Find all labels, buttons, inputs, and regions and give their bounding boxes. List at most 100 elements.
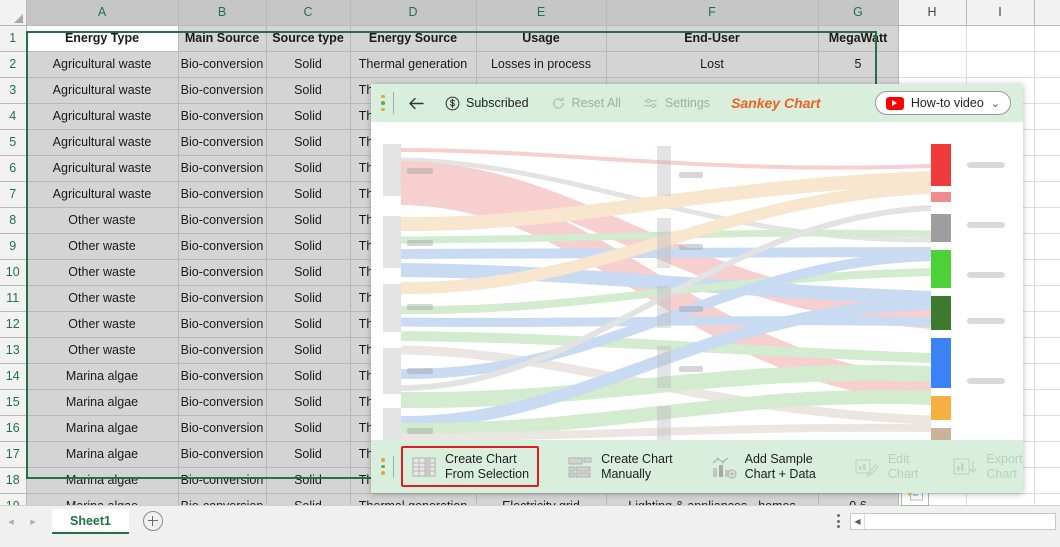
cell-e2[interactable]: Losses in process <box>476 51 607 78</box>
cell-c16[interactable]: Solid <box>266 415 351 442</box>
cell-b5[interactable]: Bio-conversion <box>178 129 267 156</box>
cell-c15[interactable]: Solid <box>266 389 351 416</box>
cell-b18[interactable]: Bio-conversion <box>178 467 267 494</box>
cell-a17[interactable]: Marina algae <box>26 441 179 468</box>
column-header-c[interactable]: C <box>266 0 351 26</box>
cell-a3[interactable]: Agricultural waste <box>26 77 179 104</box>
cell-a6[interactable]: Agricultural waste <box>26 155 179 182</box>
subscribed-button[interactable]: Subscribed <box>438 93 536 114</box>
row-header-12[interactable]: 12 <box>0 311 27 338</box>
add-sample-chart-data-button[interactable]: Add Sample Chart + Data <box>701 446 826 487</box>
cell-i2[interactable] <box>966 51 1035 78</box>
cell-c8[interactable]: Solid <box>266 207 351 234</box>
select-all-corner[interactable] <box>0 0 27 26</box>
cell-a19[interactable]: Marina algae <box>26 493 179 505</box>
cell-b17[interactable]: Bio-conversion <box>178 441 267 468</box>
edit-chart-button[interactable]: Edit Chart <box>844 446 929 487</box>
column-header-a[interactable]: A <box>26 0 179 26</box>
cell-c19[interactable]: Solid <box>266 493 351 505</box>
column-header-d[interactable]: D <box>350 0 477 26</box>
row-header-16[interactable]: 16 <box>0 415 27 442</box>
cell-j17[interactable] <box>1034 441 1060 468</box>
cell-a5[interactable]: Agricultural waste <box>26 129 179 156</box>
header-cell-c1[interactable]: Source type <box>266 25 351 52</box>
cell-j3[interactable] <box>1034 77 1060 104</box>
cell-b13[interactable]: Bio-conversion <box>178 337 267 364</box>
cell-j7[interactable] <box>1034 181 1060 208</box>
horizontal-scrollbar[interactable]: ◀ <box>850 512 1056 530</box>
cell-a18[interactable]: Marina algae <box>26 467 179 494</box>
header-cell-f1[interactable]: End-User <box>606 25 819 52</box>
cell-c14[interactable]: Solid <box>266 363 351 390</box>
cell-b19[interactable]: Bio-conversion <box>178 493 267 505</box>
cell-c10[interactable]: Solid <box>266 259 351 286</box>
column-header-i[interactable]: I <box>966 0 1035 26</box>
cell-j19[interactable] <box>1034 493 1060 505</box>
cell-a16[interactable]: Marina algae <box>26 415 179 442</box>
cell-j13[interactable] <box>1034 337 1060 364</box>
export-chart-button[interactable]: Export Chart <box>942 446 1032 487</box>
cell-f2[interactable]: Lost <box>606 51 819 78</box>
cell-a9[interactable]: Other waste <box>26 233 179 260</box>
column-header-h[interactable]: H <box>898 0 967 26</box>
cell-b2[interactable]: Bio-conversion <box>178 51 267 78</box>
cell-c11[interactable]: Solid <box>266 285 351 312</box>
cell-a4[interactable]: Agricultural waste <box>26 103 179 130</box>
cell-c6[interactable]: Solid <box>266 155 351 182</box>
cell-a7[interactable]: Agricultural waste <box>26 181 179 208</box>
sankey-chart-preview[interactable] <box>371 122 1023 440</box>
cell-b10[interactable]: Bio-conversion <box>178 259 267 286</box>
cell-a13[interactable]: Other waste <box>26 337 179 364</box>
cell-b6[interactable]: Bio-conversion <box>178 155 267 182</box>
table-row[interactable]: 1 Energy Type Main Source Source type Energy… <box>0 25 1060 52</box>
cell-h2[interactable] <box>898 51 967 78</box>
cell-j4[interactable] <box>1034 103 1060 130</box>
create-chart-manually-button[interactable]: Create Chart Manually <box>557 446 683 487</box>
cell-b9[interactable]: Bio-conversion <box>178 233 267 260</box>
header-cell-g1[interactable]: MegaWatt <box>818 25 899 52</box>
cell-j14[interactable] <box>1034 363 1060 390</box>
row-header-6[interactable]: 6 <box>0 155 27 182</box>
next-sheet-arrow[interactable]: ▸ <box>22 515 44 528</box>
cell-b8[interactable]: Bio-conversion <box>178 207 267 234</box>
cell-i19[interactable] <box>966 493 1035 505</box>
cell-j1[interactable] <box>1034 25 1060 52</box>
row-header-10[interactable]: 10 <box>0 259 27 286</box>
cell-j11[interactable] <box>1034 285 1060 312</box>
cell-c9[interactable]: Solid <box>266 233 351 260</box>
cell-c2[interactable]: Solid <box>266 51 351 78</box>
cell-b7[interactable]: Bio-conversion <box>178 181 267 208</box>
how-to-video-button[interactable]: How-to video ⌄ <box>874 91 1011 115</box>
cell-b3[interactable]: Bio-conversion <box>178 77 267 104</box>
cell-a11[interactable]: Other waste <box>26 285 179 312</box>
cell-j18[interactable] <box>1034 467 1060 494</box>
row-header-17[interactable]: 17 <box>0 441 27 468</box>
header-cell-d1[interactable]: Energy Source <box>350 25 477 52</box>
cell-j9[interactable] <box>1034 233 1060 260</box>
cell-a14[interactable]: Marina algae <box>26 363 179 390</box>
column-header-g[interactable]: G <box>818 0 899 26</box>
cell-a2[interactable]: Agricultural waste <box>26 51 179 78</box>
header-cell-a1[interactable]: Energy Type <box>26 25 179 52</box>
column-header-b[interactable]: B <box>178 0 267 26</box>
column-header-j[interactable] <box>1034 0 1060 26</box>
cell-h1[interactable] <box>898 25 967 52</box>
cell-b4[interactable]: Bio-conversion <box>178 103 267 130</box>
cell-j8[interactable] <box>1034 207 1060 234</box>
row-header-5[interactable]: 5 <box>0 129 27 156</box>
cell-j12[interactable] <box>1034 311 1060 338</box>
add-sheet-button[interactable] <box>143 511 163 531</box>
cell-a12[interactable]: Other waste <box>26 311 179 338</box>
row-header-14[interactable]: 14 <box>0 363 27 390</box>
row-header-18[interactable]: 18 <box>0 467 27 494</box>
row-header-13[interactable]: 13 <box>0 337 27 364</box>
cell-b11[interactable]: Bio-conversion <box>178 285 267 312</box>
reset-all-button[interactable]: Reset All <box>544 93 628 114</box>
cell-d2[interactable]: Thermal generation <box>350 51 477 78</box>
cell-c18[interactable]: Solid <box>266 467 351 494</box>
cell-j15[interactable] <box>1034 389 1060 416</box>
cell-d19[interactable]: Thermal generation <box>350 493 477 505</box>
scroll-left-button[interactable]: ◀ <box>851 513 865 529</box>
row-header-7[interactable]: 7 <box>0 181 27 208</box>
cell-g2[interactable]: 5 <box>818 51 899 78</box>
